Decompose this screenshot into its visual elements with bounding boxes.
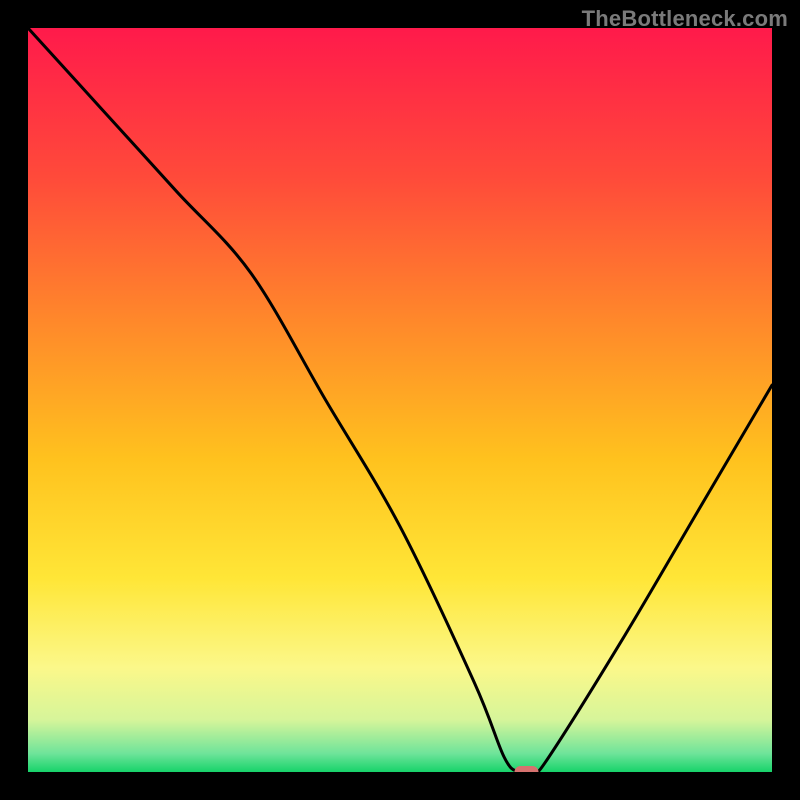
operating-point-marker <box>514 766 538 772</box>
chart-svg <box>28 28 772 772</box>
chart-frame: TheBottleneck.com <box>0 0 800 800</box>
chart-background <box>28 28 772 772</box>
chart-plot-area <box>28 28 772 772</box>
